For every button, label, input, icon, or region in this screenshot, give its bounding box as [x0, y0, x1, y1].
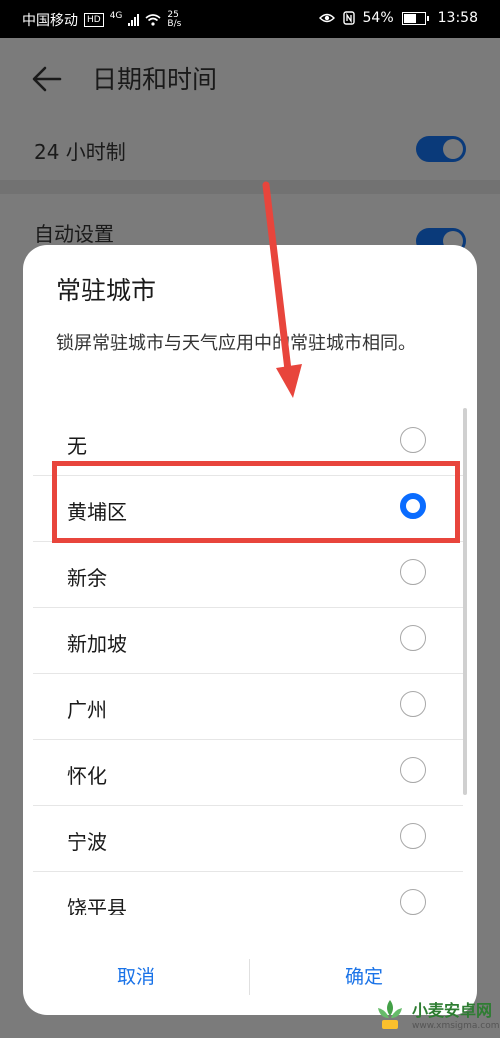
- city-option-label: 饶平县: [67, 896, 127, 915]
- page-header: 日期和时间: [0, 38, 500, 120]
- status-bar: 中国移动 HD 4G 25 B/s 54% 13:58: [0, 0, 500, 38]
- radio-button[interactable]: [400, 757, 426, 783]
- list-scrollbar[interactable]: [463, 408, 467, 795]
- watermark-title: 小麦安卓网: [412, 1001, 493, 1020]
- toggle-24h[interactable]: [416, 136, 466, 162]
- list-item[interactable]: 怀化: [33, 740, 463, 806]
- network-type: 4G: [109, 11, 123, 21]
- carrier-name: 中国移动: [22, 13, 78, 29]
- page-title: 日期和时间: [92, 65, 218, 94]
- radio-button[interactable]: [400, 691, 426, 717]
- watermark-logo-icon: [378, 1000, 402, 1029]
- signal-icon: [128, 14, 140, 26]
- wifi-icon: [145, 14, 161, 26]
- home-city-dialog: 常驻城市 锁屏常驻城市与天气应用中的常驻城市相同。 无 黄埔区 新余 新加坡 广…: [23, 245, 477, 1015]
- list-item[interactable]: 广州: [33, 674, 463, 740]
- watermark: 小麦安卓网 www.xmsigma.com: [372, 990, 500, 1038]
- hd-badge: HD: [84, 13, 104, 27]
- city-option-label: 新加坡: [67, 632, 127, 656]
- radio-button[interactable]: [400, 625, 426, 651]
- city-option-label: 宁波: [67, 830, 107, 854]
- list-item[interactable]: 新余: [33, 542, 463, 608]
- radio-button[interactable]: [400, 559, 426, 585]
- status-left: 中国移动 HD 4G 25 B/s: [22, 10, 181, 30]
- cancel-button[interactable]: 取消: [23, 945, 249, 1010]
- nfc-icon: [342, 11, 355, 25]
- footer-divider: [249, 959, 250, 995]
- city-option-label: 无: [67, 434, 87, 458]
- watermark-text: 小麦安卓网 www.xmsigma.com: [412, 997, 499, 1031]
- eye-icon: [318, 13, 335, 23]
- watermark-url: www.xmsigma.com: [412, 1021, 500, 1031]
- highlight-box-annotation: [52, 461, 460, 543]
- list-item[interactable]: 宁波: [33, 806, 463, 872]
- settings-row-label: 24 小时制: [34, 140, 126, 164]
- radio-button[interactable]: [400, 889, 426, 915]
- status-right: 54% 13:58: [318, 10, 478, 26]
- city-option-label: 广州: [67, 698, 107, 722]
- list-item[interactable]: 饶平县: [33, 872, 463, 915]
- list-item[interactable]: 新加坡: [33, 608, 463, 674]
- speed-unit: B/s: [167, 19, 182, 29]
- clock: 13:58: [437, 10, 478, 26]
- section-divider: [0, 180, 500, 194]
- radio-button[interactable]: [400, 427, 426, 453]
- settings-row-24h[interactable]: 24 小时制: [0, 120, 500, 180]
- dialog-title: 常驻城市: [56, 276, 157, 305]
- radio-button[interactable]: [400, 823, 426, 849]
- toggle-knob: [443, 139, 463, 159]
- battery-percent: 54%: [362, 10, 394, 26]
- settings-row-label: 自动设置: [34, 222, 114, 246]
- network-speed: 25 B/s: [167, 11, 181, 29]
- back-arrow-icon[interactable]: [32, 65, 62, 93]
- city-option-label: 新余: [67, 566, 107, 590]
- battery-icon: [401, 11, 429, 25]
- city-option-label: 怀化: [67, 764, 107, 788]
- dialog-description: 锁屏常驻城市与天气应用中的常驻城市相同。: [56, 333, 416, 354]
